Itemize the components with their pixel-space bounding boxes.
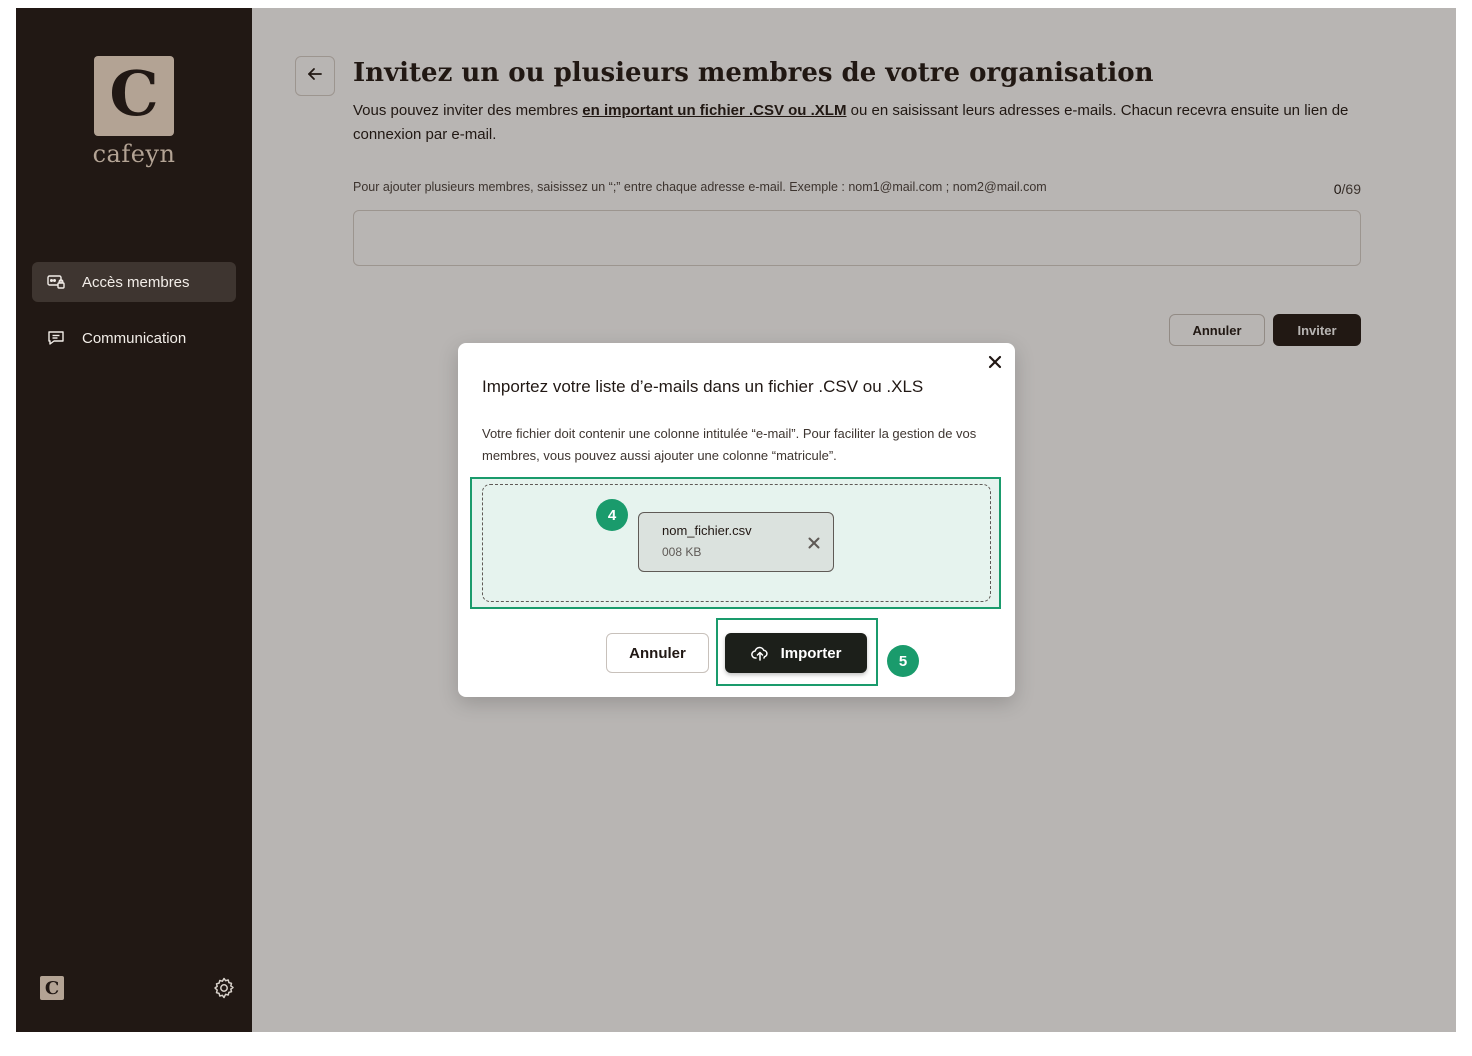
file-size: 008 KB	[662, 545, 702, 559]
import-button-label: Importer	[780, 644, 842, 662]
chat-icon	[46, 328, 66, 348]
remove-file-icon[interactable]	[804, 533, 824, 553]
modal-description: Votre fichier doit contenir une colonne …	[482, 426, 977, 463]
cloud-upload-icon	[750, 644, 769, 662]
brand-logo-letter: C	[109, 57, 159, 130]
modal-title: Importez votre liste d’e-mails dans un f…	[482, 377, 924, 396]
brand-mini-letter: C	[44, 977, 60, 999]
sidebar-item-label: Communication	[82, 329, 187, 347]
sidebar-item-members-access[interactable]: Accès membres	[32, 262, 236, 302]
brand-mini-logo[interactable]: C	[40, 976, 64, 1000]
brand-logo: C	[94, 56, 174, 136]
sidebar-item-communication[interactable]: Communication	[32, 318, 236, 358]
uploaded-file-card: nom_fichier.csv 008 KB	[638, 512, 834, 572]
modal-cancel-button[interactable]: Annuler	[606, 633, 709, 673]
members-access-icon	[46, 272, 66, 292]
close-icon[interactable]	[985, 352, 1005, 372]
file-name: nom_fichier.csv	[662, 523, 752, 538]
brand-name: cafeyn	[92, 140, 176, 168]
app-window: C cafeyn Accès membres Communication C I…	[16, 8, 1456, 1032]
sidebar: C cafeyn Accès membres Communication C	[16, 8, 252, 1032]
step-badge-4: 4	[596, 499, 628, 531]
sidebar-item-label: Accès membres	[82, 273, 190, 291]
gear-icon[interactable]	[212, 976, 236, 1000]
import-button[interactable]: Importer	[725, 633, 867, 673]
step-badge-5: 5	[887, 645, 919, 677]
import-modal: Importez votre liste d’e-mails dans un f…	[458, 343, 1015, 697]
